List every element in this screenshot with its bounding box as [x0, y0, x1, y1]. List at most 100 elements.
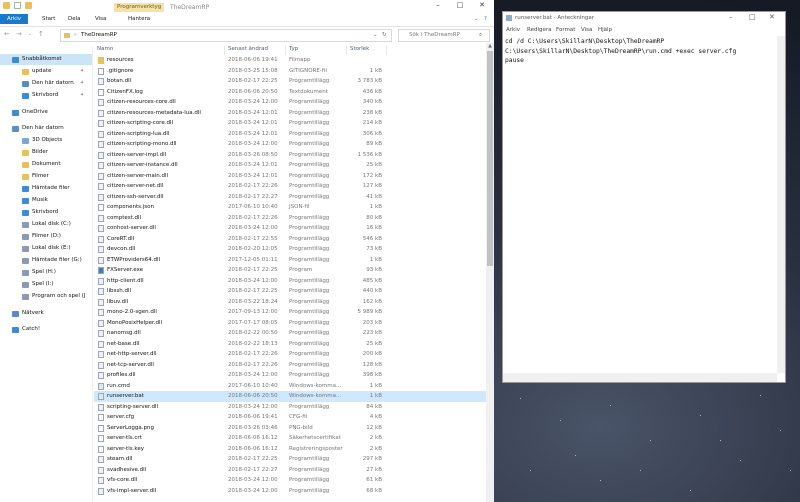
file-row[interactable]: citizen-server-impl.dll 2018-03-26 08:50 P… [94, 150, 486, 161]
file-row[interactable]: run.cmd 2017-06-10 10:40 Windows-komma... 1… [94, 381, 486, 392]
column-divider[interactable] [224, 46, 225, 55]
file-row[interactable]: server.cfg 2018-06-06 19:41 CFG-fil 4 kB [94, 412, 486, 423]
nav-item-skrivbord[interactable]: Skrivbord [0, 207, 92, 218]
nav-item-hämtade-filer[interactable]: Hämtade filer [0, 183, 92, 194]
new-folder-icon[interactable] [25, 2, 32, 9]
tab-manage[interactable]: Hantera [128, 15, 150, 24]
file-row[interactable]: scripting-server.dll 2018-03-24 12:00 Prog… [94, 402, 486, 413]
column-header-size[interactable]: Storlek [350, 46, 369, 52]
maximize-icon[interactable]: □ [450, 1, 470, 10]
tab-share[interactable]: Dela [68, 15, 81, 24]
notepad-menu-item[interactable]: Visa [581, 27, 592, 33]
column-divider[interactable] [346, 46, 347, 55]
file-row[interactable]: CoreRT.dll 2018-02-17 22:55 Programtillägg… [94, 234, 486, 245]
refresh-icon[interactable]: ↻ [382, 32, 387, 38]
up-arrow-icon[interactable]: ↑ [38, 30, 44, 38]
nav-item-bilder[interactable]: Bilder [0, 147, 92, 158]
file-row[interactable]: ETWProviders64.dll 2017-12-05 01:11 Progra… [94, 255, 486, 266]
search-input[interactable]: Sök i TheDreamRP [409, 32, 460, 38]
pin-icon[interactable]: ✦ [80, 78, 84, 89]
file-row[interactable]: net-tcp-server.dll 2018-02-17 22:26 Progra… [94, 360, 486, 371]
file-row[interactable]: citizen-ssh-server.dll 2018-02-17 22:27 Pr… [94, 192, 486, 203]
forward-arrow-icon[interactable]: → [16, 30, 22, 38]
tab-start[interactable]: Start [42, 15, 55, 24]
breadcrumb-path[interactable]: TheDreamRP [81, 32, 117, 38]
pin-icon[interactable]: ✦ [80, 66, 84, 77]
pin-icon[interactable]: ✦ [80, 90, 84, 101]
file-row[interactable]: http-client.dll 2018-03-24 12:00 Programti… [94, 276, 486, 287]
nav-item-program-och-spel-j[interactable]: Program och spel (J [0, 291, 92, 302]
file-row[interactable]: citizen-scripting-core.dll 2018-03-24 12:… [94, 118, 486, 129]
file-row[interactable]: resources 2018-06-06 19:41 Filmapp [94, 55, 486, 66]
column-header-type[interactable]: Typ [289, 46, 298, 52]
file-list-scrollbar[interactable]: ▲ [486, 43, 494, 502]
nav-item-hämtade-filer-g[interactable]: Hämtade filer (G:) [0, 255, 92, 266]
nav-item-den-här-datorn[interactable]: Den här datorn [0, 123, 92, 134]
file-row[interactable]: citizen-resources-metadata-lua.dll 2018-0… [94, 108, 486, 119]
nav-item-spel-h[interactable]: Spel (H:) [0, 267, 92, 278]
file-row[interactable]: net-base.dll 2018-02-22 18:13 Programtillä… [94, 339, 486, 350]
file-row[interactable]: profiles.dll 2018-03-24 12:00 Programtillä… [94, 370, 486, 381]
nav-item-den-här-datorn[interactable]: Den här datorn ✦ [0, 78, 92, 89]
nav-item-lokal-disk-c[interactable]: Lokal disk (C:) [0, 219, 92, 230]
nav-item-dokument[interactable]: Dokument [0, 159, 92, 170]
close-icon[interactable]: ✕ [472, 1, 492, 10]
file-row[interactable]: MonoPosixHelper.dll 2017-07-17 08:05 Progr… [94, 318, 486, 329]
scroll-up-icon[interactable]: ▲ [487, 43, 493, 49]
notepad-vertical-scrollbar[interactable] [777, 36, 785, 373]
nav-item-filmer[interactable]: Filmer [0, 171, 92, 182]
ribbon-expand-icon[interactable]: ⌄ [474, 15, 479, 24]
address-bar[interactable]: › TheDreamRP ⌄ ↻ [60, 29, 392, 42]
nav-item-nätverk[interactable]: Nätverk [0, 308, 92, 319]
search-box[interactable]: Sök i TheDreamRP ⌕ [398, 29, 490, 42]
nav-item-onedrive[interactable]: OneDrive [0, 107, 92, 118]
nav-item-update[interactable]: update ✦ [0, 66, 92, 77]
scroll-thumb[interactable] [487, 51, 493, 266]
file-row[interactable]: nanomsg.dll 2018-02-22 00:50 Programtilläg… [94, 328, 486, 339]
file-row[interactable]: FXServer.exe 2018-02-17 22:25 Program 93 kB [94, 265, 486, 276]
file-row[interactable]: devcon.dll 2018-02-20 12:05 Programtillägg… [94, 244, 486, 255]
nav-item-spel-i[interactable]: Spel (I:) [0, 279, 92, 290]
file-row[interactable]: ServerLogga.png 2018-03-26 03:46 PNG-bild 1… [94, 423, 486, 434]
file-row[interactable]: citizen-scripting-lua.dll 2018-03-24 12:0… [94, 129, 486, 140]
file-row[interactable]: mono-2.0-sgen.dll 2017-09-13 12:00 Program… [94, 307, 486, 318]
nav-item-lokal-disk-e[interactable]: Lokal disk (E:) [0, 243, 92, 254]
file-row[interactable]: svadhesive.dll 2018-02-17 22:27 Programtil… [94, 465, 486, 476]
notepad-close-icon[interactable]: ✕ [769, 13, 775, 21]
notepad-menu-item[interactable]: Hjälp [598, 27, 612, 33]
file-row[interactable]: citizen-server-net.dll 2018-02-17 22:26 Pr… [94, 181, 486, 192]
nav-item-musik[interactable]: Musik [0, 195, 92, 206]
file-row[interactable]: server-tls.crt 2018-06-06 16:12 Säkerhetsc… [94, 433, 486, 444]
file-row[interactable]: citizen-scripting-mono.dll 2018-03-24 12:… [94, 139, 486, 150]
file-row[interactable]: citizen-server-main.dll 2018-03-24 12:01 P… [94, 171, 486, 182]
file-row[interactable]: net-http-server.dll 2018-02-17 22:26 Progr… [94, 349, 486, 360]
notepad-horizontal-scrollbar[interactable] [503, 373, 777, 382]
tab-view[interactable]: Visa [95, 15, 106, 24]
file-row[interactable]: components.json 2017-06-10 10:40 JSON-fil 1… [94, 202, 486, 213]
file-row[interactable]: vfs-core.dll 2018-03-24 12:00 Programtillä… [94, 475, 486, 486]
nav-item-3d-objects[interactable]: 3D Objects [0, 135, 92, 146]
file-row[interactable]: vfs-impl-server.dll 2018-03-24 12:00 Progr… [94, 486, 486, 497]
address-dropdown-icon[interactable]: ⌄ [373, 32, 378, 38]
notepad-minimize-icon[interactable]: – [729, 13, 733, 21]
notepad-maximize-icon[interactable]: □ [749, 13, 756, 21]
column-header-name[interactable]: Namn [97, 46, 113, 52]
nav-item-filmer-d[interactable]: Filmer (D:) [0, 231, 92, 242]
notepad-menu-item[interactable]: Format [556, 27, 575, 33]
column-divider[interactable] [285, 46, 286, 55]
back-arrow-icon[interactable]: ← [4, 30, 10, 38]
file-row[interactable]: citizen-server-instance.dll 2018-03-24 12… [94, 160, 486, 171]
nav-item-catch[interactable]: Catch! [0, 324, 92, 335]
notepad-menu-item[interactable]: Redigera [527, 27, 551, 33]
minimize-icon[interactable]: – [428, 1, 448, 10]
nav-item-snabbåtkomst[interactable]: Snabbåtkomst [0, 54, 92, 65]
file-row[interactable]: steam.dll 2018-02-17 22:25 Programtillägg 2… [94, 454, 486, 465]
tab-file[interactable]: Arkiv [0, 14, 28, 24]
column-divider[interactable] [386, 46, 387, 55]
file-row[interactable]: botan.dll 2018-02-17 22:25 Programtillägg 3… [94, 76, 486, 87]
notepad-text-area[interactable]: cd /d C:\Users\SkillarN\Desktop\TheDream… [505, 37, 775, 66]
column-header-date[interactable]: Senast ändrad [228, 46, 268, 52]
file-row[interactable]: server-tls.key 2018-06-06 16:12 Registreri… [94, 444, 486, 455]
file-row[interactable]: .gitignore 2018-03-25 15:08 GITIGNORE-fil 1… [94, 66, 486, 77]
file-row[interactable]: comptest.dll 2018-02-17 22:26 Programtillä… [94, 213, 486, 224]
